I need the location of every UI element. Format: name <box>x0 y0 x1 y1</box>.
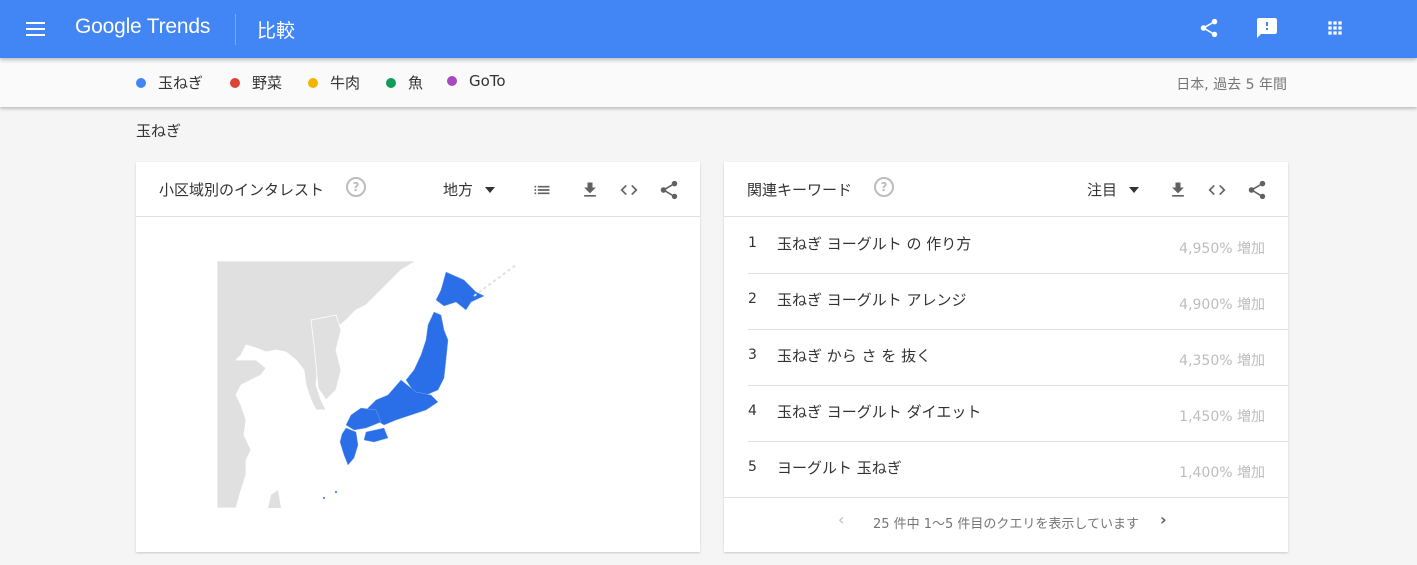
share-icon[interactable] <box>657 178 681 202</box>
dropdown-value: 地方 <box>443 181 474 199</box>
map-land-asia <box>216 260 418 509</box>
term-color-dot <box>136 77 146 88</box>
query-value: 4,950% 増加 <box>1179 241 1265 257</box>
section-term-label: 玉ねぎ <box>136 122 182 140</box>
term-label: GoTo <box>469 72 506 90</box>
app-bar: Google Trends 比較 <box>0 0 1417 58</box>
google-trends-logo[interactable]: Google Trends <box>75 15 210 39</box>
query-text: 玉ねぎ から さ を 抜く <box>777 347 932 365</box>
dropdown-value: 注目 <box>1087 181 1118 199</box>
query-rank: 3 <box>748 347 757 363</box>
query-value: 1,400% 増加 <box>1179 465 1265 481</box>
query-rank: 1 <box>748 235 757 251</box>
help-icon[interactable]: ? <box>874 177 894 197</box>
feedback-icon[interactable] <box>1253 14 1281 42</box>
list-icon[interactable] <box>530 178 554 202</box>
term-label: 牛肉 <box>330 74 361 92</box>
term-label: 魚 <box>408 74 424 92</box>
map-region-hokkaido <box>435 271 485 311</box>
map-region-chugoku <box>345 407 382 431</box>
resolution-dropdown[interactable]: 地方 <box>443 179 496 200</box>
pager-prev-icon[interactable]: ‹ <box>838 510 844 529</box>
query-text: 玉ねぎ ヨーグルト の 作り方 <box>777 235 972 253</box>
query-text: 玉ねぎ ヨーグルト アレンジ <box>777 291 967 309</box>
download-icon[interactable] <box>1166 178 1190 202</box>
caret-down-icon <box>1129 186 1140 193</box>
embed-icon[interactable] <box>617 178 641 202</box>
term-label: 野菜 <box>252 74 283 92</box>
map-land-taiwan <box>268 490 281 508</box>
term-color-dot <box>386 77 396 88</box>
related-queries-card: 関連キーワード ? 注目 1 玉ねぎ ヨーグルト の 作り方 4,950% 増加… <box>724 162 1288 552</box>
card-title: 関連キーワード <box>747 181 853 199</box>
map-region-honshu-north <box>405 311 449 396</box>
query-row[interactable]: 2 玉ねぎ ヨーグルト アレンジ 4,900% 増加 <box>748 274 1288 330</box>
apps-icon[interactable] <box>1321 14 1349 42</box>
pagination-text: 25 件中 1～5 件目のクエリを表示しています <box>872 517 1140 532</box>
pager-next-icon[interactable]: › <box>1160 510 1167 529</box>
term-color-dot <box>447 76 457 86</box>
query-text: ヨーグルト 玉ねぎ <box>777 459 902 477</box>
share-icon[interactable] <box>1245 178 1269 202</box>
query-value: 4,900% 増加 <box>1179 297 1265 313</box>
query-row[interactable]: 1 玉ねぎ ヨーグルト の 作り方 4,950% 増加 <box>748 218 1288 274</box>
caret-down-icon <box>485 186 496 193</box>
card-title: 小区域別のインタレスト <box>159 181 325 199</box>
region-map[interactable] <box>216 260 526 510</box>
download-icon[interactable] <box>578 178 602 202</box>
comparison-bar: 玉ねぎ 野菜 牛肉 魚 GoTo 日本, 過去 5 年間 <box>0 58 1417 107</box>
menu-icon[interactable] <box>24 17 48 41</box>
term-color-dot <box>230 77 240 88</box>
term-color-dot <box>308 77 318 88</box>
term-chip-1[interactable]: 玉ねぎ <box>136 72 203 93</box>
query-rank: 4 <box>748 403 757 419</box>
page-title: 比較 <box>257 20 296 42</box>
share-icon[interactable] <box>1195 14 1223 42</box>
term-label: 玉ねぎ <box>158 74 204 92</box>
query-row[interactable]: 4 玉ねぎ ヨーグルト ダイエット 1,450% 増加 <box>748 386 1288 442</box>
query-text: 玉ねぎ ヨーグルト ダイエット <box>777 403 982 421</box>
map-region-okinawa-islands <box>322 496 326 500</box>
region-timeframe[interactable]: 日本, 過去 5 年間 <box>1176 74 1287 94</box>
interest-by-subregion-card: 小区域別のインタレスト ? 地方 <box>136 162 700 552</box>
map-region-okinawa <box>334 490 338 494</box>
term-chip-4[interactable]: 魚 <box>386 72 423 93</box>
term-chip-3[interactable]: 牛肉 <box>308 72 360 93</box>
appbar-divider <box>235 14 236 45</box>
query-value: 4,350% 増加 <box>1179 353 1265 369</box>
embed-icon[interactable] <box>1205 178 1229 202</box>
help-icon[interactable]: ? <box>346 177 366 197</box>
pagination: ‹ 25 件中 1～5 件目のクエリを表示しています › <box>724 510 1288 532</box>
query-row[interactable]: 3 玉ねぎ から さ を 抜く 4,350% 増加 <box>748 330 1288 386</box>
query-value: 1,450% 増加 <box>1179 409 1265 425</box>
map-region-kyushu <box>339 427 359 466</box>
query-rank: 5 <box>748 459 757 475</box>
term-chip-5[interactable]: GoTo <box>447 72 506 90</box>
card-header: 小区域別のインタレスト ? 地方 <box>136 162 700 217</box>
query-type-dropdown[interactable]: 注目 <box>1087 179 1140 200</box>
query-row[interactable]: 5 ヨーグルト 玉ねぎ 1,400% 増加 <box>724 442 1288 498</box>
term-chip-2[interactable]: 野菜 <box>230 72 282 93</box>
card-header: 関連キーワード ? 注目 <box>724 162 1288 217</box>
map-region-shikoku <box>363 427 389 443</box>
query-rank: 2 <box>748 291 757 307</box>
map-kuril-islands <box>473 264 517 297</box>
